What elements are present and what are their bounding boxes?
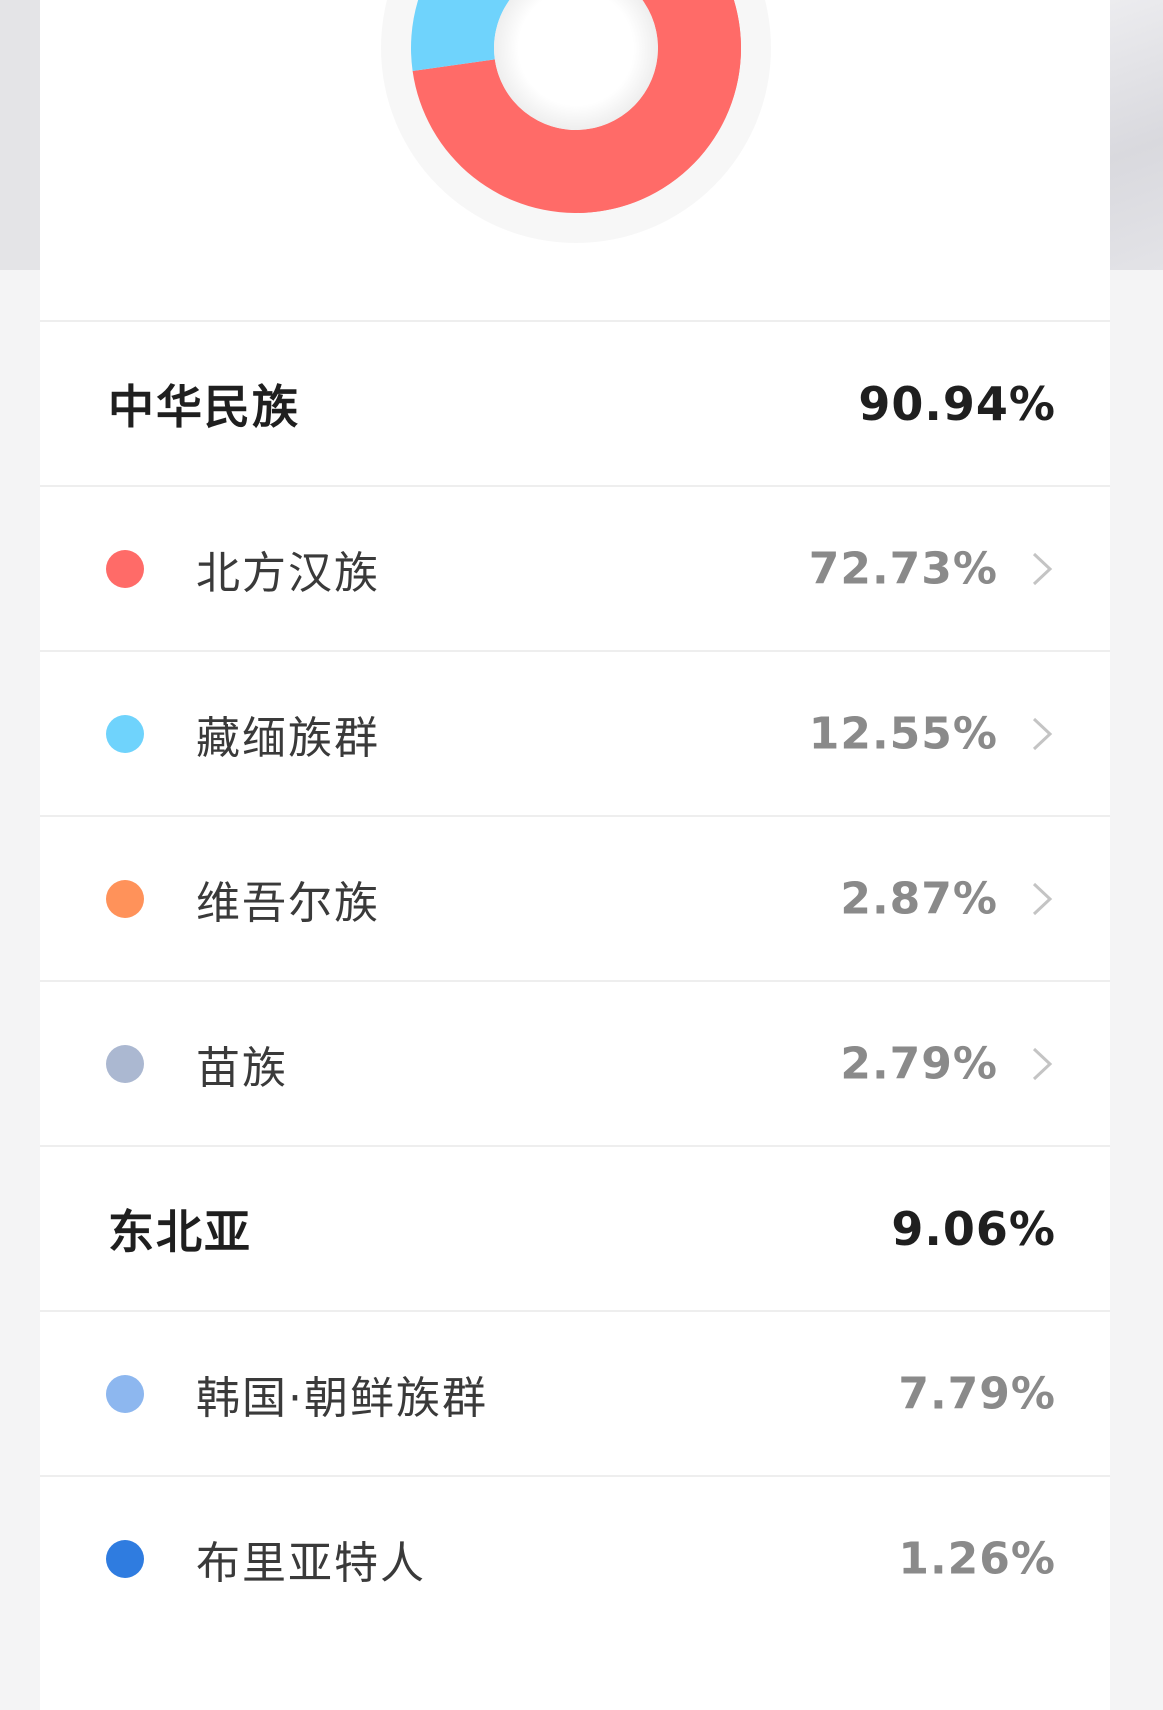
color-dot [106, 1044, 144, 1083]
list-item-tibeto-burman[interactable]: 藏缅族群 12.55% [40, 650, 1110, 815]
map-background [1110, 0, 1163, 270]
list-item-uyghur[interactable]: 维吾尔族 2.87% [40, 815, 1110, 980]
group-label: 东北亚 [108, 1204, 252, 1259]
color-dot [106, 714, 144, 753]
item-percentage: 12.55% [808, 708, 998, 759]
chevron-right-icon[interactable] [1022, 715, 1060, 753]
list-item-korean: 韩国·朝鲜族群 7.79% [40, 1310, 1110, 1475]
item-percentage: 7.79% [898, 1368, 1056, 1419]
chevron-right-icon[interactable] [1022, 550, 1060, 588]
item-percentage: 72.73% [808, 543, 998, 594]
list-item-northern-han[interactable]: 北方汉族 72.73% [40, 485, 1110, 650]
list-item-miao[interactable]: 苗族 2.79% [40, 980, 1110, 1145]
group-percentage: 90.94% [858, 376, 1056, 431]
color-dot [106, 879, 144, 918]
group-row-northeast-asia: 东北亚 9.06% [40, 1145, 1110, 1310]
group-percentage: 9.06% [891, 1201, 1056, 1256]
item-label: 北方汉族 [196, 547, 380, 599]
item-label: 韩国·朝鲜族群 [196, 1372, 488, 1424]
item-label: 维吾尔族 [196, 877, 380, 929]
item-label: 藏缅族群 [196, 712, 380, 764]
donut-chart [40, 0, 1110, 320]
color-dot [106, 549, 144, 588]
chevron-right-icon[interactable] [1022, 1045, 1060, 1083]
item-label: 布里亚特人 [196, 1537, 426, 1589]
donut-chart-svg [381, 0, 771, 243]
group-row-chinese: 中华民族 90.94% [40, 320, 1110, 485]
chevron-right-icon[interactable] [1022, 880, 1060, 918]
color-dot [106, 1539, 144, 1578]
group-label: 中华民族 [108, 379, 300, 434]
list-item-buryat: 布里亚特人 1.26% [40, 1475, 1110, 1640]
item-percentage: 1.26% [898, 1533, 1056, 1584]
ancestry-card: 中华民族 90.94% 北方汉族 72.73% 藏缅族群 12.55% 维吾尔族… [40, 0, 1110, 1710]
item-percentage: 2.79% [840, 1038, 998, 1089]
item-percentage: 2.87% [840, 873, 998, 924]
item-label: 苗族 [196, 1042, 288, 1094]
color-dot [106, 1374, 144, 1413]
